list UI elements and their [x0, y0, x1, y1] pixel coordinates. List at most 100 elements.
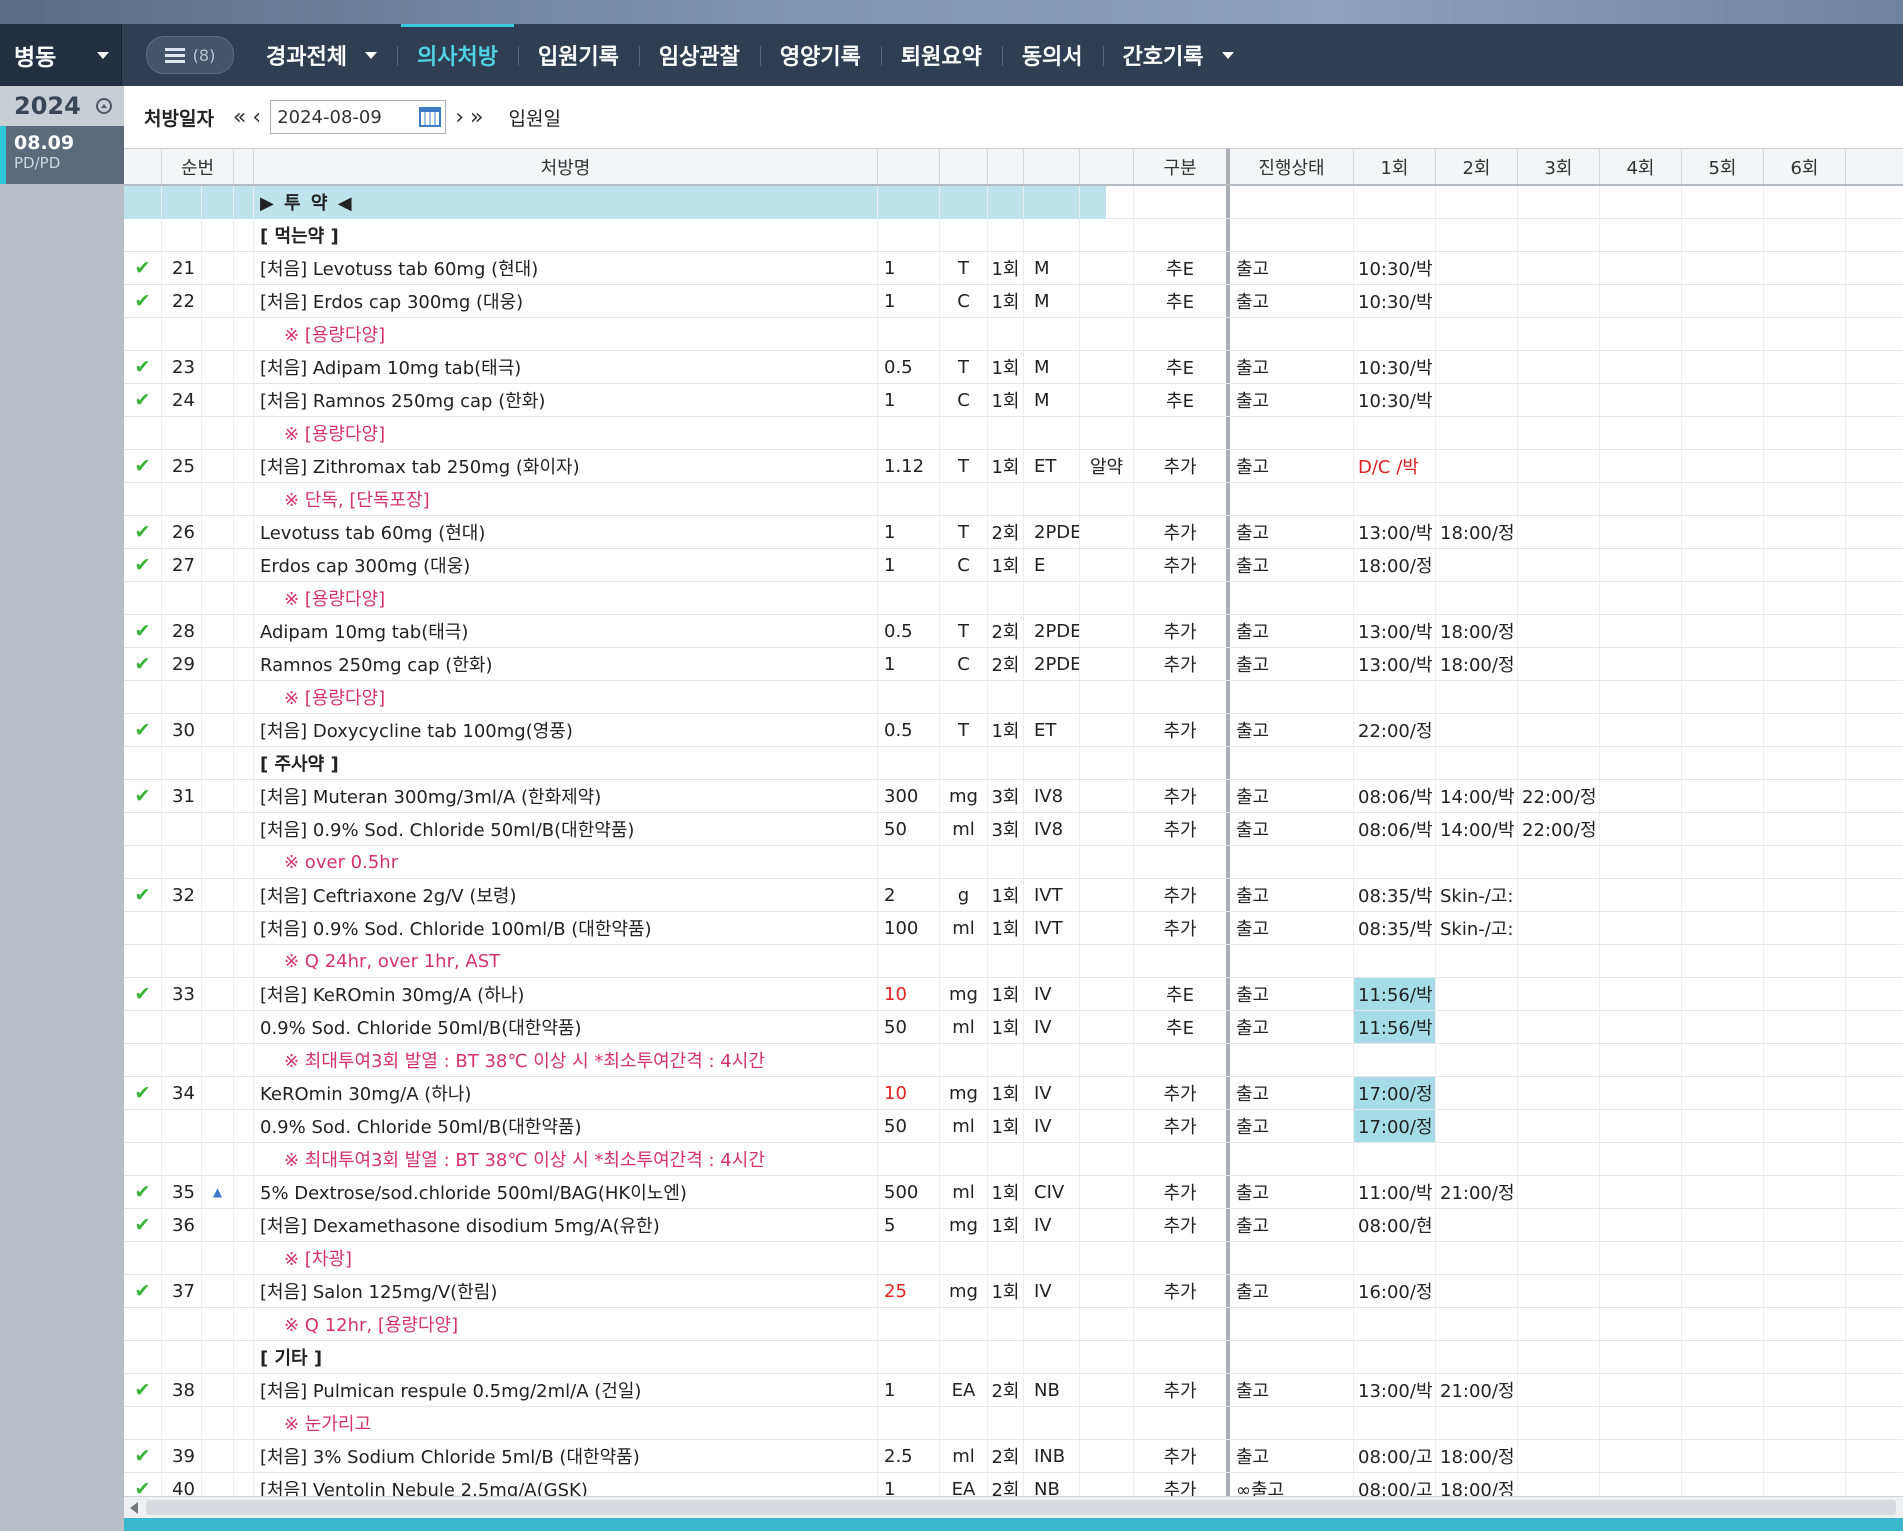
seq-number	[162, 1242, 202, 1274]
menu-list-button[interactable]: (8)	[146, 36, 234, 74]
order-row[interactable]: 0.9% Sod. Chloride 50ml/B(대한약품) 50 ml 1회 IV 추…	[124, 1011, 1903, 1044]
order-route: 2PDE	[1024, 648, 1080, 680]
order-row[interactable]: ✔ 33 [처음] KeROmin 30mg/A (하나) 10 mg 1회 IV 추E 출고 1…	[124, 978, 1903, 1011]
date-card-date: 08.09	[14, 132, 75, 154]
prev-date-button[interactable]: ‹	[252, 105, 261, 130]
order-row[interactable]: ✔ 23 [처음] Adipam 10mg tab(태극) 0.5 T 1회 M 추E 출고 10…	[124, 351, 1903, 384]
order-unit: mg	[940, 780, 988, 812]
calendar-icon[interactable]	[419, 107, 442, 127]
comment-row[interactable]: ※ over 0.5hr	[124, 846, 1903, 879]
next-date-button[interactable]: ›	[455, 105, 464, 130]
tab-0[interactable]: 경과전체	[246, 24, 397, 86]
order-date-input[interactable]: 2024-08-09	[270, 100, 447, 134]
comment-row[interactable]: ※ Q 12hr, [용량다양]	[124, 1308, 1903, 1341]
first-date-button[interactable]: «	[233, 105, 246, 130]
time-slot-5	[1682, 450, 1764, 482]
comment-row[interactable]: ※ 최대투여3회 발열 : BT 38℃ 이상 시 *최소투여간격 : 4시간	[124, 1044, 1903, 1077]
order-route: E	[1024, 549, 1080, 581]
check-icon	[124, 417, 162, 449]
time-slot-5	[1682, 219, 1764, 251]
time-slot-1: 13:00/박	[1354, 648, 1436, 680]
tab-2[interactable]: 입원기록	[517, 24, 639, 86]
tab-7[interactable]: 간호기록	[1102, 24, 1254, 86]
order-qty	[878, 186, 940, 218]
order-qty: 100	[878, 912, 940, 944]
comment-row[interactable]: ※ 눈가리고	[124, 1407, 1903, 1440]
comment-row[interactable]: ※ 최대투여3회 발열 : BT 38℃ 이상 시 *최소투여간격 : 4시간	[124, 1143, 1903, 1176]
sort-up-icon	[202, 912, 234, 944]
order-qty: 2	[878, 879, 940, 911]
comment-row[interactable]: ※ [용량다양]	[124, 417, 1903, 450]
time-slot-6	[1764, 186, 1846, 218]
tab-3[interactable]: 임상관찰	[638, 24, 760, 86]
time-slot-5	[1682, 384, 1764, 416]
order-route: 2PDE	[1024, 615, 1080, 647]
section-header-row[interactable]: [ 먹는약 ]	[124, 219, 1903, 252]
order-row[interactable]: ✔ 21 [처음] Levotuss tab 60mg (현대) 1 T 1회 M 추E 출고 1…	[124, 252, 1903, 285]
date-card-selected[interactable]: 08.09 PD/PD	[0, 126, 124, 184]
order-row[interactable]: ✔ 27 Erdos cap 300mg (대웅) 1 C 1회 E 추가 출고 18:00/정	[124, 549, 1903, 582]
tab-4[interactable]: 영양기록	[759, 24, 881, 86]
order-route	[1024, 1143, 1080, 1175]
year-selector[interactable]: 2024	[0, 86, 124, 126]
chevron-down-icon[interactable]	[364, 51, 377, 59]
order-name: [처음] Ramnos 250mg cap (한화)	[254, 384, 878, 416]
comment-row[interactable]: ※ [차광]	[124, 1242, 1903, 1275]
order-name: ※ [용량다양]	[254, 582, 878, 614]
order-row[interactable]: ✔ 34 KeROmin 30mg/A (하나) 10 mg 1회 IV 추가 출고 17:00/…	[124, 1077, 1903, 1110]
header-extra	[1080, 149, 1134, 184]
ward-selector[interactable]: 병동	[0, 24, 122, 86]
collapse-up-icon[interactable]	[96, 98, 112, 114]
tab-5[interactable]: 퇴원요약	[880, 24, 1002, 86]
order-row[interactable]: ✔ 40 [처음] Ventolin Nebule 2.5mg/A(GSK) 1 EA 2…	[124, 1473, 1903, 1496]
last-date-button[interactable]: »	[470, 105, 483, 130]
order-unit: T	[940, 714, 988, 746]
order-row[interactable]: ✔ 39 [처음] 3% Sodium Chloride 5ml/B (대한약품) 2…	[124, 1440, 1903, 1473]
order-row[interactable]: ✔ 25 [처음] Zithromax tab 250mg (화이자) 1.12 T 1회…	[124, 450, 1903, 483]
scroll-left-icon[interactable]	[130, 1502, 138, 1514]
time-slot-5	[1682, 846, 1764, 878]
sort-up-icon	[202, 648, 234, 680]
order-row[interactable]: 0.9% Sod. Chloride 50ml/B(대한약품) 50 ml 1회 IV 추…	[124, 1110, 1903, 1143]
section-header-row[interactable]: [ 주사약 ]	[124, 747, 1903, 780]
order-row[interactable]: ✔ 31 [처음] Muteran 300mg/3ml/A (한화제약) 300 mg 3…	[124, 780, 1903, 813]
order-row[interactable]: ✔ 22 [처음] Erdos cap 300mg (대웅) 1 C 1회 M 추E 출고 10:…	[124, 285, 1903, 318]
group-header-row[interactable]: ▶ 투 약 ◀	[124, 186, 1903, 219]
time-slot-4	[1600, 1176, 1682, 1208]
chevron-down-icon[interactable]	[1221, 51, 1234, 59]
tab-6[interactable]: 동의서	[1001, 24, 1103, 86]
order-row[interactable]: ✔ 37 [처음] Salon 125mg/V(한림) 25 mg 1회 IV 추가 출고 16:…	[124, 1275, 1903, 1308]
comment-row[interactable]: ※ [용량다양]	[124, 681, 1903, 714]
order-row[interactable]: ✔ 36 [처음] Dexamethasone disodium 5mg/A(유한)…	[124, 1209, 1903, 1242]
order-row[interactable]: [처음] 0.9% Sod. Chloride 100ml/B (대한약품) 10…	[124, 912, 1903, 945]
time-slot-1: 11:56/박	[1354, 978, 1436, 1010]
scrollbar-thumb[interactable]	[146, 1500, 1896, 1515]
order-row[interactable]: [처음] 0.9% Sod. Chloride 50ml/B(대한약품) 50 ml…	[124, 813, 1903, 846]
order-row[interactable]: ✔ 30 [처음] Doxycycline tab 100mg(영풍) 0.5 T 1회 E…	[124, 714, 1903, 747]
order-row[interactable]: ✔ 32 [처음] Ceftriaxone 2g/V (보령) 2 g 1회 IVT 추가 출고…	[124, 879, 1903, 912]
order-row[interactable]: ✔ 29 Ramnos 250mg cap (한화) 1 C 2회 2PDE 추가 출고 13:0…	[124, 648, 1903, 681]
comment-row[interactable]: ※ 단독, [단독포장]	[124, 483, 1903, 516]
time-slot-5	[1682, 1209, 1764, 1241]
comment-row[interactable]: ※ [용량다양]	[124, 582, 1903, 615]
comment-row[interactable]: ※ [용량다양]	[124, 318, 1903, 351]
order-name: 0.9% Sod. Chloride 50ml/B(대한약품)	[254, 1011, 878, 1043]
order-extra	[1080, 978, 1134, 1010]
admission-date-button[interactable]: 입원일	[508, 104, 560, 131]
order-status: 출고	[1230, 1440, 1354, 1472]
order-row[interactable]: ✔ 24 [처음] Ramnos 250mg cap (한화) 1 C 1회 M 추E 출고 10…	[124, 384, 1903, 417]
time-slot-5	[1682, 1374, 1764, 1406]
order-row[interactable]: ✔ 28 Adipam 10mg tab(태극) 0.5 T 2회 2PDE 추가 출고 13:0…	[124, 615, 1903, 648]
comment-row[interactable]: ※ Q 24hr, over 1hr, AST	[124, 945, 1903, 978]
horizontal-scrollbar[interactable]	[124, 1496, 1903, 1519]
order-row[interactable]: ✔ 35 ▲ 5% Dextrose/sod.chloride 500ml/BAG(H…	[124, 1176, 1903, 1209]
seq-number	[162, 846, 202, 878]
order-division: 추가	[1134, 1374, 1230, 1406]
seq-number: 23	[162, 351, 202, 383]
order-row[interactable]: ✔ 26 Levotuss tab 60mg (현대) 1 T 2회 2PDE 추가 출고 13:…	[124, 516, 1903, 549]
section-header-row[interactable]: [ 기타 ]	[124, 1341, 1903, 1374]
time-slot-1: D/C /박	[1354, 450, 1436, 482]
order-row[interactable]: ✔ 38 [처음] Pulmican respule 0.5mg/2ml/A (건일…	[124, 1374, 1903, 1407]
tab-1[interactable]: 의사처방	[396, 24, 518, 86]
order-frequency: 1회	[988, 252, 1024, 284]
